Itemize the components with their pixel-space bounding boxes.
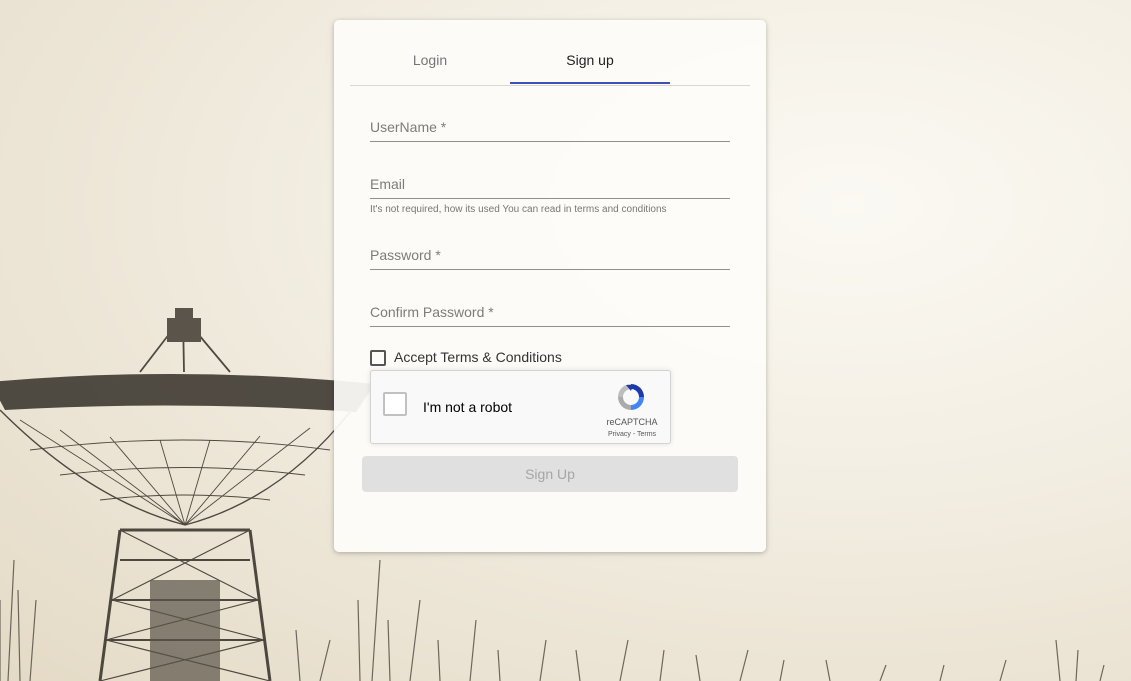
username-input[interactable] — [370, 116, 730, 142]
radio-telescope-silhouette — [0, 308, 375, 681]
recaptcha-links: Privacy - Terms — [589, 431, 675, 438]
recaptcha-terms-link[interactable]: Terms — [637, 431, 656, 438]
auth-tabs: Login Sign up — [350, 44, 750, 86]
email-hint: It's not required, how its used You can … — [370, 204, 667, 215]
recaptcha-checkbox[interactable] — [383, 392, 407, 416]
tab-login[interactable]: Login — [350, 44, 510, 84]
terms-label[interactable]: Accept Terms & Conditions — [394, 349, 562, 365]
recaptcha-label: I'm not a robot — [423, 399, 513, 415]
tab-signup[interactable]: Sign up — [510, 44, 670, 84]
sign-up-button[interactable]: Sign Up — [362, 456, 738, 492]
recaptcha-brand: reCAPTCHA — [606, 417, 658, 427]
email-field-wrapper: It's not required, how its used You can … — [370, 173, 730, 215]
confirm-password-input[interactable] — [370, 301, 730, 327]
recaptcha-logo-icon — [618, 384, 644, 410]
signup-card: Login Sign up It's not required, how its… — [334, 20, 766, 552]
email-input[interactable] — [370, 173, 730, 199]
username-field-wrapper — [370, 116, 730, 142]
confirm-password-field-wrapper — [370, 301, 730, 327]
active-tab-indicator — [510, 82, 670, 84]
recaptcha-privacy-link[interactable]: Privacy — [608, 431, 631, 438]
recaptcha-widget: I'm not a robot reCAPTCHA Privacy - Term… — [370, 370, 671, 444]
password-field-wrapper — [370, 244, 730, 270]
terms-checkbox[interactable] — [370, 350, 386, 366]
password-input[interactable] — [370, 244, 730, 270]
